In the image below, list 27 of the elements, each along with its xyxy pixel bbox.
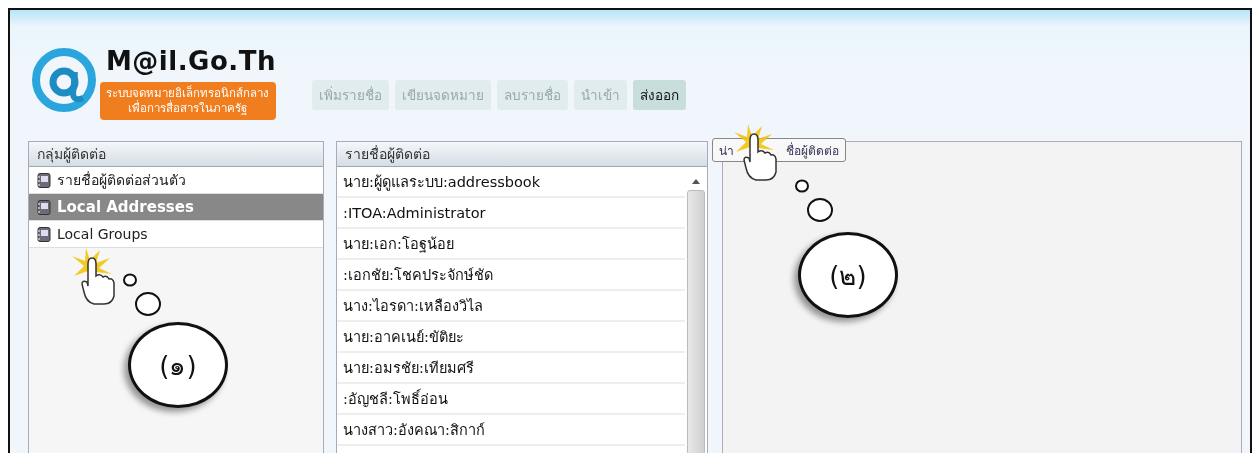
tooltip-text: ชื่อผู้ติดต่อ: [786, 141, 839, 160]
address-book-icon: [37, 199, 51, 215]
panel-header: รายชื่อผู้ติดต่อ: [337, 142, 707, 167]
contact-item[interactable]: นาย:อมรชัย:เทียมศรี: [337, 353, 685, 384]
contact-item[interactable]: นาย:อาคเนย์:ขัติยะ: [337, 322, 685, 353]
group-item[interactable]: รายชื่อผู้ติดต่อส่วนตัว: [29, 167, 323, 194]
contact-item[interactable]: นาง:ไอรดา:เหลืองวิไล: [337, 291, 685, 322]
group-item[interactable]: Local Groups: [29, 221, 323, 248]
tooltip-text: น่า: [719, 142, 734, 160]
address-book-icon: [37, 226, 51, 242]
logo-title: M@il.Go.Th: [105, 46, 276, 76]
contact-item[interactable]: นาย:เอก:โอฐน้อย: [337, 229, 685, 260]
contact-item[interactable]: :อัญชลี:โพธิ์อ่อน: [337, 384, 685, 415]
scroll-up-icon[interactable]: [692, 179, 700, 184]
scrollbar-thumb[interactable]: [687, 190, 705, 453]
scrollbar[interactable]: [685, 167, 707, 453]
contact-item[interactable]: :เอกชัย:โชคประจักษ์ชัด: [337, 260, 685, 291]
group-item[interactable]: Local Addresses: [29, 194, 323, 221]
thought-dots-icon: [794, 178, 836, 224]
tagline-banner: ระบบจดหมายอิเล็กทรอนิกส์กลาง เพื่อการสื่อสารในภาครัฐ: [100, 82, 276, 120]
contact-item[interactable]: นาย:ผู้ดูแลระบบ:addressbook: [337, 167, 685, 198]
thought-dots-icon: [122, 272, 164, 318]
panel-header: กลุ่มผู้ติดต่อ: [29, 142, 323, 167]
toolbar-button[interactable]: ส่งออก: [632, 80, 686, 110]
contact-item[interactable]: :ITOA:Administrator: [337, 198, 685, 229]
address-book-icon: [37, 172, 51, 188]
contact-item[interactable]: นางสาว:อังคณา:สิกาก์: [337, 415, 685, 446]
